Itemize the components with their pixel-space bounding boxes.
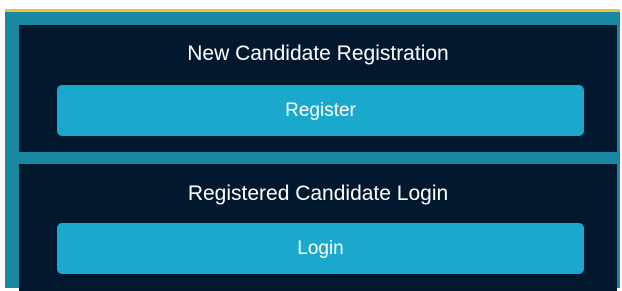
login-button[interactable]: Login <box>57 223 584 274</box>
login-title: Registered Candidate Login <box>187 182 449 205</box>
registration-title: New Candidate Registration <box>187 42 449 65</box>
candidate-portal-frame: New Candidate Registration Register Regi… <box>5 9 620 291</box>
login-panel: Registered Candidate Login Login <box>19 164 617 291</box>
registration-panel: New Candidate Registration Register <box>19 25 617 152</box>
register-button[interactable]: Register <box>57 85 584 136</box>
